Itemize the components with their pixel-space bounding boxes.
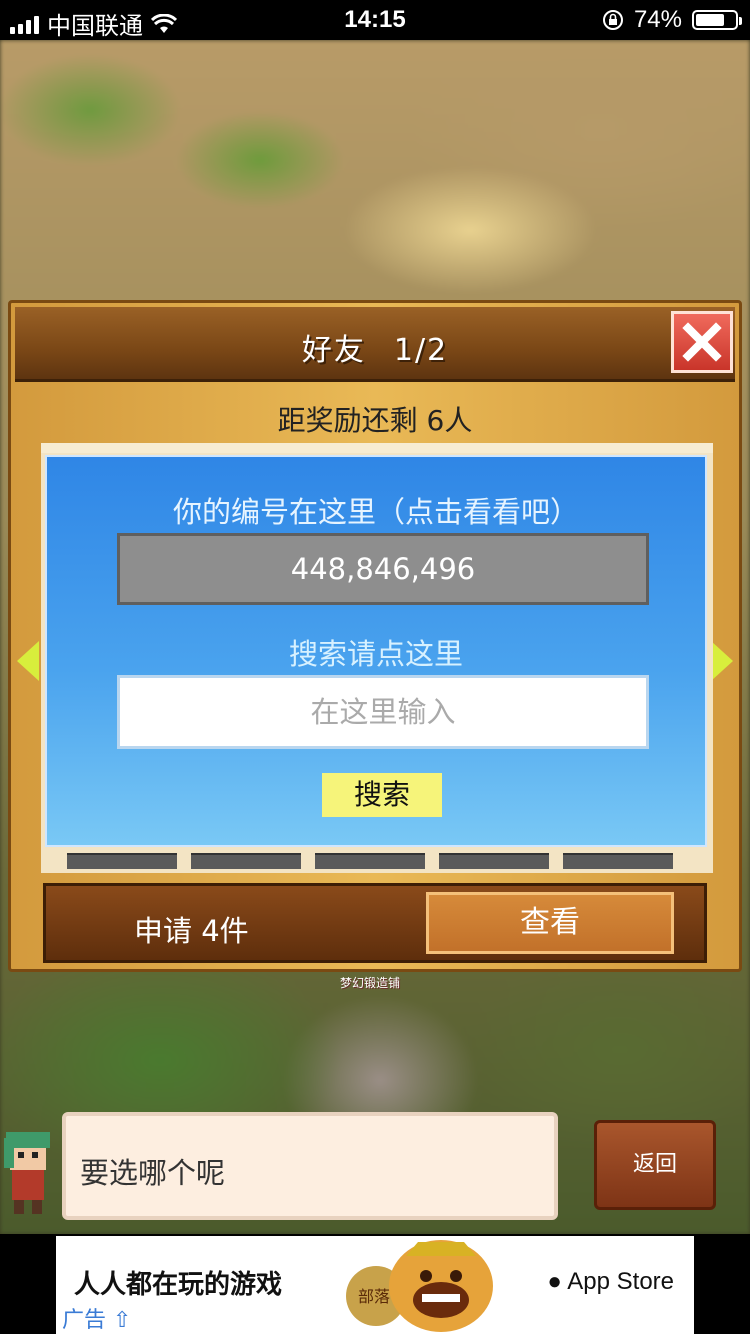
page-indicator: 1/2 bbox=[393, 333, 449, 368]
apple-icon: ● bbox=[547, 1268, 562, 1295]
prev-page-arrow-icon[interactable] bbox=[17, 641, 39, 681]
rocket-icon: ⇧ bbox=[113, 1308, 132, 1333]
status-bar: 中国联通 14:15 74% bbox=[0, 0, 750, 40]
app-store-badge[interactable]: ● App Store bbox=[547, 1268, 674, 1296]
friend-panel-frame: 你的编号在这里（点击看看吧） 448,846,496 搜索请点这里 在这里输入 … bbox=[41, 443, 713, 873]
speech-bubble: 要选哪个呢 bbox=[62, 1112, 558, 1220]
building-label: 梦幻锻造铺 bbox=[340, 976, 401, 990]
dialog-title: 好友 1/2 bbox=[15, 325, 735, 369]
battery-percent: 74% bbox=[633, 6, 682, 33]
player-id-display[interactable]: 448,846,496 bbox=[117, 533, 649, 605]
ad-banner[interactable]: 人人都在玩的游戏 广告 ⇧ 部落 ● App Store bbox=[56, 1236, 694, 1334]
close-button[interactable] bbox=[671, 311, 733, 373]
search-button[interactable]: 搜索 bbox=[322, 773, 442, 817]
character-avatar-icon bbox=[4, 1132, 50, 1214]
requests-count: 申请 4件 bbox=[134, 914, 249, 948]
orientation-lock-icon bbox=[602, 10, 623, 30]
dialog-header: 好友 1/2 bbox=[15, 307, 735, 382]
next-page-arrow-icon[interactable] bbox=[711, 641, 733, 681]
battery-icon bbox=[692, 10, 742, 30]
close-icon bbox=[682, 322, 722, 362]
friend-id-panel: 你的编号在这里（点击看看吧） 448,846,496 搜索请点这里 在这里输入 … bbox=[45, 455, 707, 847]
panel-bottom-slots bbox=[67, 853, 673, 869]
ad-tag: 广告 ⇧ bbox=[62, 1302, 131, 1334]
id-label[interactable]: 你的编号在这里（点击看看吧） bbox=[47, 489, 705, 531]
search-input[interactable]: 在这里输入 bbox=[117, 675, 649, 749]
friend-requests-bar: 申请 4件 查看 bbox=[43, 883, 707, 963]
reward-remaining-text: 距奖励还剩 6人 bbox=[277, 404, 473, 437]
back-button[interactable]: 返回 bbox=[594, 1120, 716, 1210]
search-label: 搜索请点这里 bbox=[288, 637, 463, 671]
ad-game-logo: 部落 bbox=[358, 1287, 390, 1306]
game-promo-image: 部落 bbox=[346, 1240, 493, 1332]
speech-text: 要选哪个呢 bbox=[80, 1156, 226, 1190]
ad-title: 人人都在玩的游戏 bbox=[74, 1270, 283, 1300]
view-requests-button[interactable]: 查看 bbox=[426, 892, 674, 954]
dialog-title-text: 好友 bbox=[301, 333, 366, 368]
ad-tag-text: 广告 bbox=[62, 1308, 107, 1333]
app-store-label: App Store bbox=[567, 1268, 674, 1295]
friends-dialog: 好友 1/2 距奖励还剩 6人 你的编号在这里（点击看看吧） 448,846,49… bbox=[8, 300, 742, 972]
panel-top-strip bbox=[41, 443, 713, 453]
